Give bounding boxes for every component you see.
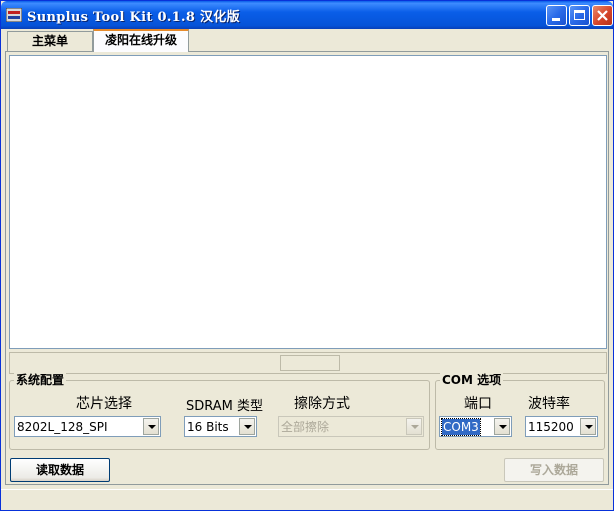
port-value: COM3: [441, 418, 481, 436]
window-title: Sunplus Tool Kit 0.1.8 汉化版: [27, 10, 240, 25]
tab-main-menu[interactable]: 主菜单: [7, 31, 93, 51]
status-bar: [1, 489, 613, 510]
erase-mode-value: 全部擦除: [281, 420, 330, 434]
maximize-button[interactable]: [569, 5, 590, 26]
minimize-button[interactable]: [546, 5, 567, 26]
chip-select-value: 8202L_128_SPI: [17, 420, 108, 434]
maximize-icon: [574, 10, 585, 20]
chevron-down-icon[interactable]: [494, 418, 510, 435]
baud-rate-combo[interactable]: 115200: [525, 416, 598, 437]
port-combo[interactable]: COM3: [439, 416, 512, 437]
app-icon: [6, 8, 22, 22]
baud-rate-value: 115200: [528, 420, 574, 434]
chevron-down-icon[interactable]: [406, 418, 422, 435]
close-icon: [597, 10, 608, 21]
chevron-down-icon[interactable]: [580, 418, 596, 435]
com-options-label: COM 选项: [440, 373, 504, 387]
progress-indicator: [280, 355, 340, 371]
chevron-down-icon[interactable]: [143, 418, 159, 435]
sdram-type-combo[interactable]: 16 Bits: [184, 416, 257, 437]
title-bar[interactable]: Sunplus Tool Kit 0.1.8 汉化版: [1, 1, 613, 29]
app-window: Sunplus Tool Kit 0.1.8 汉化版 主菜单 凌阳在线升级 系统…: [0, 0, 614, 511]
com-options-group: COM 选项 端口 COM3 波特率 115200: [435, 373, 605, 450]
chevron-down-icon[interactable]: [239, 418, 255, 435]
sdram-type-value: 16 Bits: [187, 420, 229, 434]
erase-mode-combo[interactable]: 全部擦除: [278, 416, 424, 437]
read-data-button[interactable]: 读取数据: [10, 458, 110, 482]
log-output-area[interactable]: [9, 55, 607, 349]
system-config-group: 系统配置 芯片选择 8202L_128_SPI SDRAM 类型 16 Bits…: [9, 373, 430, 450]
chip-select-label: 芯片选择: [76, 396, 132, 412]
tab-online-upgrade[interactable]: 凌阳在线升级: [93, 29, 189, 52]
erase-mode-label: 擦除方式: [294, 396, 350, 412]
system-config-label: 系统配置: [14, 373, 67, 387]
write-data-button[interactable]: 写入数据: [504, 458, 604, 482]
close-button[interactable]: [592, 5, 613, 26]
progress-bar: [9, 352, 607, 374]
baud-rate-label: 波特率: [528, 396, 570, 412]
chip-select-combo[interactable]: 8202L_128_SPI: [14, 416, 161, 437]
sdram-type-label: SDRAM 类型: [186, 399, 264, 414]
port-label: 端口: [464, 396, 492, 412]
tab-panel: 系统配置 芯片选择 8202L_128_SPI SDRAM 类型 16 Bits…: [5, 51, 609, 485]
minimize-icon: [552, 18, 560, 21]
